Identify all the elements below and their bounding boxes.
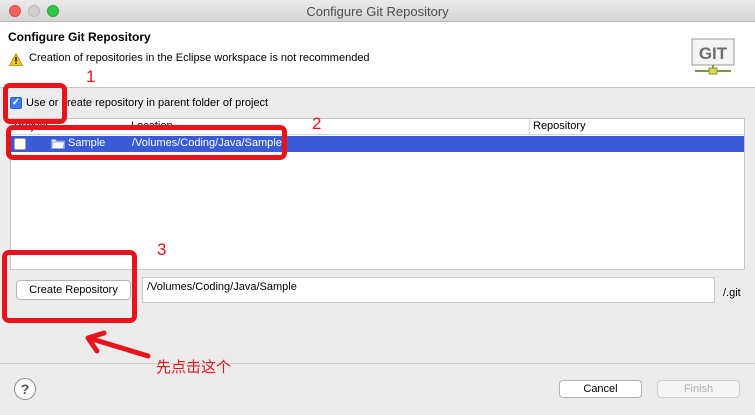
page-title: Configure Git Repository bbox=[8, 30, 151, 44]
repository-path-field[interactable]: /Volumes/Coding/Java/Sample bbox=[142, 277, 715, 303]
annotation-number-2: 2 bbox=[312, 114, 322, 133]
wizard-header: Configure Git Repository Creation of rep… bbox=[0, 22, 755, 88]
window-title: Configure Git Repository bbox=[306, 4, 449, 19]
column-header-repository[interactable]: Repository bbox=[533, 120, 586, 132]
cancel-button[interactable]: Cancel bbox=[559, 380, 642, 398]
annotation-number-3: 3 bbox=[157, 240, 167, 259]
annotation-box-2 bbox=[6, 125, 287, 160]
title-bar: Configure Git Repository bbox=[0, 0, 755, 22]
warning-icon bbox=[9, 53, 23, 66]
annotation-box-1 bbox=[3, 83, 67, 124]
annotation-number-1: 1 bbox=[86, 67, 96, 86]
column-divider[interactable] bbox=[529, 119, 530, 135]
git-logo-icon: GIT bbox=[691, 38, 735, 75]
annotation-box-3 bbox=[2, 250, 137, 323]
help-button[interactable]: ? bbox=[14, 378, 36, 400]
git-logo-text: GIT bbox=[699, 44, 728, 63]
annotation-arrow-icon bbox=[85, 330, 151, 359]
annotation-note: 先点击这个 bbox=[156, 358, 232, 376]
git-suffix-label: /.git bbox=[723, 287, 741, 299]
warning-message: Creation of repositories in the Eclipse … bbox=[29, 52, 370, 64]
finish-button[interactable]: Finish bbox=[657, 380, 740, 398]
